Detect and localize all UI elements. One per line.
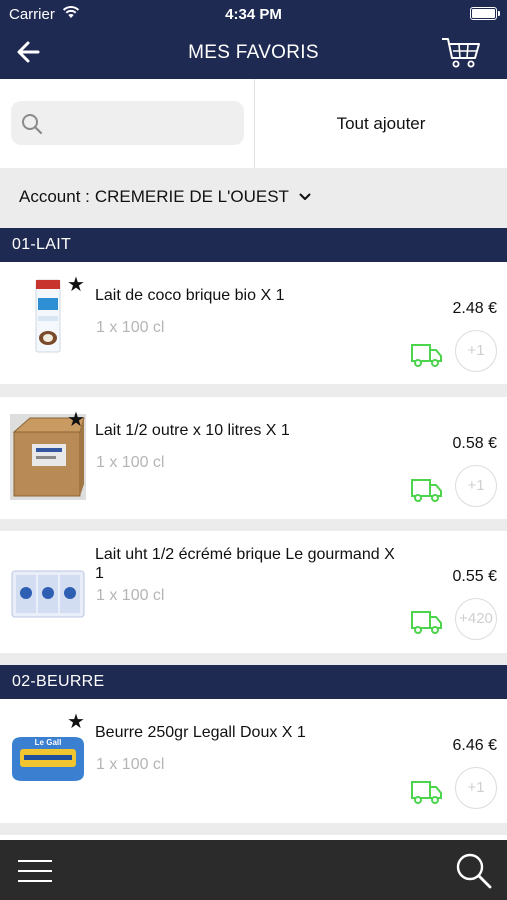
status-time: 4:34 PM [225,6,282,23]
section-header-beurre: 02-BEURRE [0,665,507,699]
bottom-tab-bar [0,840,507,900]
product-unit: 1 x 100 cl [96,756,165,773]
product-row[interactable]: ★ Lait de coco brique bio X 1 1 x 100 cl… [0,262,507,384]
battery-icon [470,7,500,20]
delivery-truck-icon [411,344,442,367]
product-price: 2.48 € [452,300,497,317]
search-icon [22,114,43,135]
add-quantity-button[interactable]: +420 [455,598,497,640]
account-label: Account : [19,187,90,206]
page-title: MES FAVORIS [188,42,319,63]
product-unit: 1 x 100 cl [96,587,165,604]
search-input[interactable] [11,101,244,145]
product-name: Lait 1/2 outre x 10 litres X 1 [95,422,290,439]
product-unit: 1 x 100 cl [96,319,165,336]
cart-icon[interactable] [440,35,482,69]
beurre-brand-label: Le Gall [35,738,62,747]
add-quantity-button[interactable]: +1 [455,767,497,809]
product-row[interactable]: Lait uht 1/2 écrémé brique Le gourmand X… [0,531,507,653]
favorite-star-icon[interactable]: ★ [67,712,85,732]
add-quantity-button[interactable]: +1 [455,465,497,507]
delivery-truck-icon [411,781,442,804]
product-price: 0.58 € [452,435,497,452]
favorite-star-icon[interactable]: ★ [67,410,85,430]
add-all-button[interactable]: Tout ajouter [255,79,507,168]
account-selector[interactable]: Account : CREMERIE DE L'OUEST [0,168,507,228]
hamburger-menu-icon[interactable] [17,857,53,885]
product-name: Beurre 250gr Legall Doux X 1 [95,724,306,741]
navigation-header: Carrier 4:34 PM MES FAVORIS [0,0,507,79]
favorites-toolbar: Tout ajouter [0,79,507,168]
delivery-truck-icon [411,479,442,502]
account-value: CREMERIE DE L'OUEST [94,187,289,206]
product-row[interactable]: ★ Lait 1/2 outre x 10 litres X 1 1 x 100… [0,397,507,519]
chevron-down-icon [299,193,311,200]
product-row[interactable]: Le Gall ★ Beurre 250gr Legall Doux X 1 1… [0,699,507,823]
search-icon[interactable] [455,852,493,890]
product-price: 0.55 € [452,568,497,585]
product-name: Lait uht 1/2 écrémé brique Le gourmand X… [95,546,395,582]
delivery-truck-icon [411,611,442,634]
section-header-lait: 01-LAIT [0,228,507,262]
favorite-star-icon[interactable]: ★ [67,275,85,295]
product-image-uht [11,570,85,618]
add-quantity-button[interactable]: +1 [455,330,497,372]
product-name: Lait de coco brique bio X 1 [95,287,285,304]
status-bar: Carrier 4:34 PM [0,0,507,28]
product-price: 6.46 € [452,737,497,754]
product-unit: 1 x 100 cl [96,454,165,471]
